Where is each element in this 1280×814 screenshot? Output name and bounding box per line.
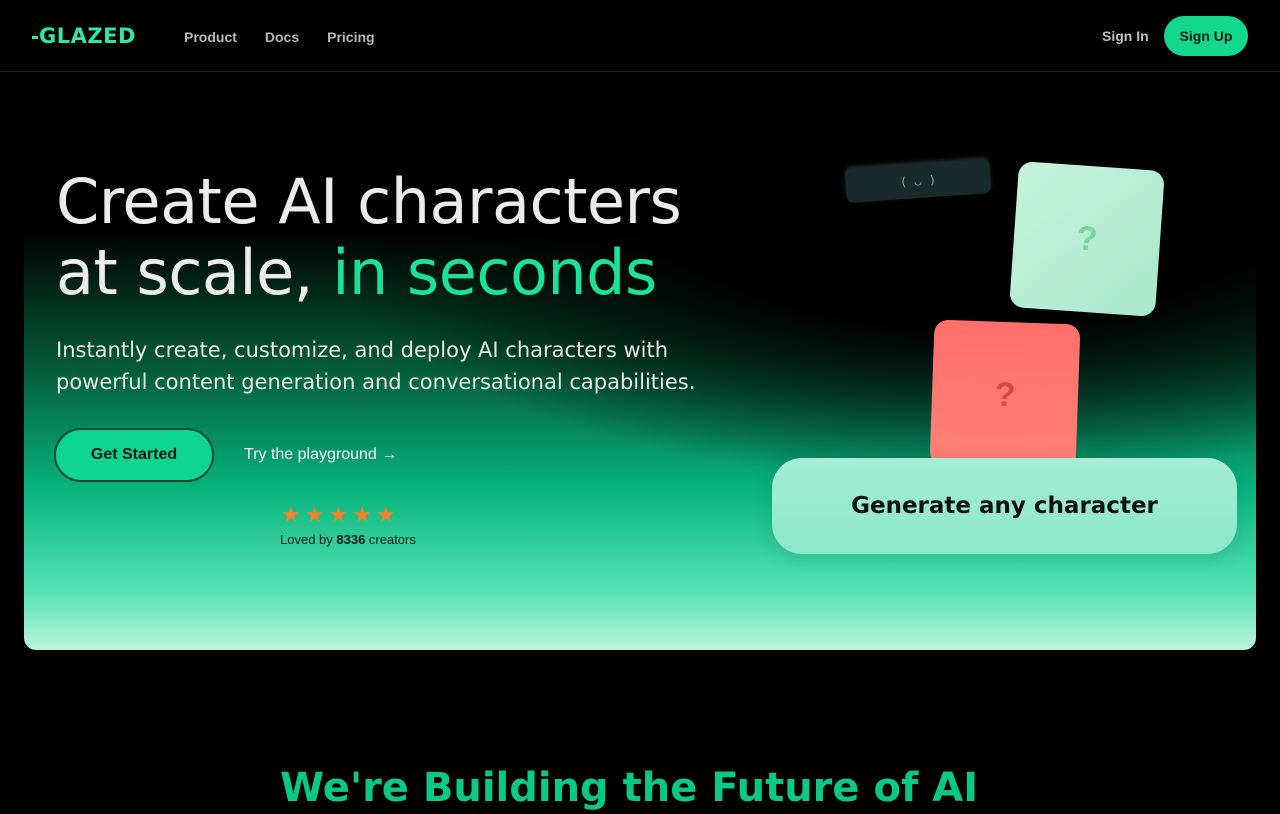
star-icon: ★	[281, 503, 301, 528]
loader-icon: ( ◡ )	[899, 172, 937, 190]
logo[interactable]: GLAZED	[32, 22, 136, 50]
loved-suffix: creators	[365, 532, 416, 547]
star-icon: ★	[304, 503, 325, 528]
nav-links: Product Docs Pricing	[184, 28, 375, 46]
nav-link-docs[interactable]: Docs	[265, 28, 299, 46]
generate-panel[interactable]: Generate any character	[772, 458, 1237, 554]
logo-text: GLAZED	[39, 24, 136, 48]
sign-in-link[interactable]: Sign In	[1102, 27, 1149, 45]
nav-link-product[interactable]: Product	[184, 28, 237, 46]
headline-line-1: Create AI characters	[56, 165, 682, 238]
creator-count: 8336	[336, 532, 366, 547]
character-card-red: ?	[929, 319, 1081, 471]
star-icon: ★	[328, 503, 349, 528]
rating-stars: ★ ★ ★ ★ ★	[281, 504, 396, 528]
hero-headline: Create AI characters at scale, in seconds	[56, 165, 682, 309]
get-started-button[interactable]: Get Started	[54, 428, 214, 482]
nav-link-pricing[interactable]: Pricing	[327, 28, 374, 46]
star-icon: ★	[375, 503, 396, 528]
hero-subtext: Instantly create, customize, and deploy …	[56, 338, 696, 394]
top-nav: GLAZED Product Docs Pricing Sign In Sign…	[0, 0, 1280, 72]
headline-line-2-prefix: at scale,	[56, 236, 333, 309]
generate-label: Generate any character	[851, 493, 1158, 519]
logo-dash	[32, 35, 38, 39]
star-icon: ★	[352, 503, 372, 528]
try-playground-link[interactable]: Try the playground →	[244, 445, 397, 465]
loved-by-text: Loved by 8336 creators	[280, 532, 416, 548]
character-card-green: ?	[1009, 161, 1165, 317]
sign-up-button[interactable]: Sign Up	[1164, 16, 1248, 56]
question-mark: ?	[1075, 218, 1099, 259]
section-title: We're Building the Future of AI	[280, 765, 979, 811]
question-mark: ?	[993, 375, 1017, 414]
loved-prefix: Loved by	[280, 532, 337, 547]
headline-accent: in seconds	[332, 236, 657, 309]
